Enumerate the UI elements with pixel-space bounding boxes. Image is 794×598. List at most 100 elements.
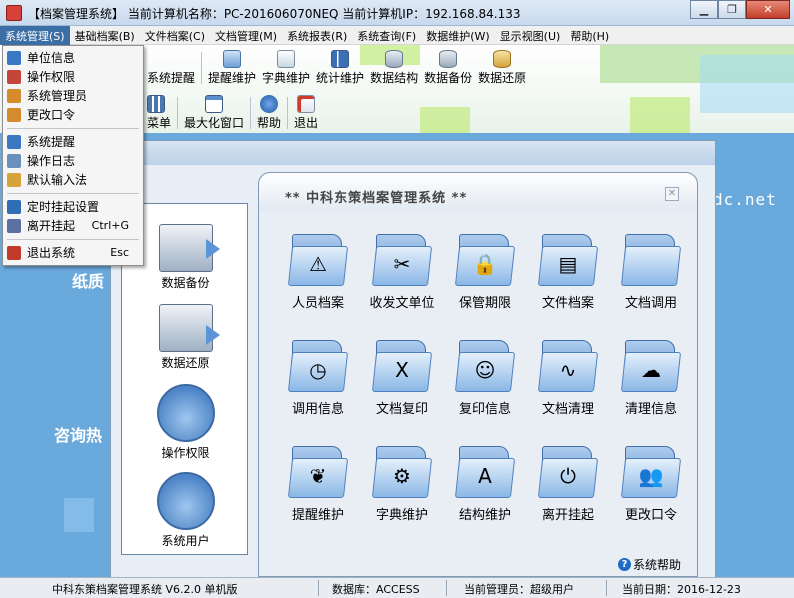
left-item-label: 数据还原 xyxy=(161,356,210,370)
toolbar-label: 字典维护 xyxy=(262,71,311,85)
user-folder-icon xyxy=(156,472,215,530)
function-label: 收发文单位 xyxy=(369,296,435,311)
status-app-version: 中科东策档案管理系统 V6.2.0 单机版 xyxy=(52,583,238,596)
menu-item-label: 离开挂起 xyxy=(27,219,76,233)
close-button[interactable]: ✕ xyxy=(746,0,790,19)
toolbar-data-backup-button[interactable]: 数据备份 xyxy=(421,50,475,86)
menu-item-leave-suspend[interactable]: 离开挂起 Ctrl+G xyxy=(3,216,143,235)
menu-item-change-password[interactable]: 更改口令 xyxy=(3,105,143,124)
audio-icon: ∿ xyxy=(537,338,599,394)
function-bird-button[interactable]: ❦ 提醒维护 xyxy=(278,444,358,523)
toolbar-data-restore-button[interactable]: 数据还原 xyxy=(475,50,529,86)
pen-icon xyxy=(7,69,21,84)
stopwatch-icon: ◷ xyxy=(287,338,349,394)
system-menu-dropdown: 单位信息 操作权限 系统管理员 更改口令 系统提醒 操作日志 默认输入法 定时挂… xyxy=(2,45,144,266)
function-cloud-button[interactable]: ☁ 清理信息 xyxy=(611,338,691,417)
database-icon xyxy=(439,50,458,68)
toolbar-menu-button[interactable]: 菜单 xyxy=(144,95,174,131)
permission-folder-icon xyxy=(156,384,215,442)
toolbar-help-button[interactable]: 帮助 xyxy=(254,95,284,131)
toolbar-label: 最大化窗口 xyxy=(184,116,245,130)
title-bar[interactable]: 【档案管理系统】 当前计算机名称：PC-201606070NEQ 当前计算机IP… xyxy=(0,0,794,26)
function-document-button[interactable]: ▤ 文件档案 xyxy=(528,232,608,311)
toolbar-system-reminder-button[interactable]: 系统提醒 xyxy=(144,50,198,86)
gears-icon: ⚙ xyxy=(371,444,433,500)
function-finder-button[interactable]: ☺ 复印信息 xyxy=(445,338,525,417)
toolbar-dictionary-button[interactable]: 字典维护 xyxy=(259,50,313,86)
toolbar-label: 帮助 xyxy=(257,116,282,130)
left-item-label: 操作权限 xyxy=(161,446,210,460)
folder-glyph: X xyxy=(395,358,409,382)
function-stopwatch-button[interactable]: ◷ 调用信息 xyxy=(278,338,358,417)
function-users-button[interactable]: 👥 更改口令 xyxy=(611,444,691,523)
minimize-button[interactable]: ▁ xyxy=(690,0,718,19)
maximize-button[interactable]: ❐ xyxy=(718,0,746,19)
menu-item-timed-suspend[interactable]: 定时挂起设置 xyxy=(3,197,143,216)
menu-data-maintenance[interactable]: 数据维护(W) xyxy=(421,26,494,45)
menu-item-unit-info[interactable]: 单位信息 xyxy=(3,48,143,67)
menu-help[interactable]: 帮助(H) xyxy=(565,26,614,45)
menu-item-operation-log[interactable]: 操作日志 xyxy=(3,151,143,170)
left-data-restore[interactable]: 数据还原 xyxy=(122,304,249,371)
function-lock-button[interactable]: 🔒 保管期限 xyxy=(445,232,525,311)
function-label: 调用信息 xyxy=(291,402,344,417)
log-icon xyxy=(7,153,21,168)
toolbar-row-1: 系统提醒 提醒维护 字典维护 统计维护 数据结构 数据备份 数据还原 xyxy=(144,50,529,86)
function-power-button[interactable]: ⏻ 离开挂起 xyxy=(528,444,608,523)
function-label: 离开挂起 xyxy=(541,508,594,523)
function-label: 人员档案 xyxy=(291,296,344,311)
left-system-users[interactable]: 系统用户 xyxy=(122,472,249,549)
menu-item-sysadmin[interactable]: 系统管理员 xyxy=(3,86,143,105)
function-triangle-button[interactable]: A 结构维护 xyxy=(445,444,525,523)
folder-glyph: ◷ xyxy=(309,358,327,382)
toolbar-row-2: 菜单 最大化窗口 帮助 退出 xyxy=(144,95,321,131)
menu-item-system-reminder[interactable]: 系统提醒 xyxy=(3,132,143,151)
user-key-icon xyxy=(7,107,21,122)
menu-item-default-ime[interactable]: 默认输入法 xyxy=(3,170,143,189)
function-label: 文档调用 xyxy=(624,296,677,311)
toolbar-exit-button[interactable]: 退出 xyxy=(291,95,321,131)
menu-reports[interactable]: 系统报表(R) xyxy=(282,26,352,45)
mdi-window-caption[interactable] xyxy=(111,141,715,165)
menu-item-label: 操作日志 xyxy=(27,154,76,168)
bird-icon: ❦ xyxy=(287,444,349,500)
function-folder-button[interactable]: 文档调用 xyxy=(611,232,691,311)
main-panel-header: ** 中科东策档案管理系统 ** ✕ xyxy=(259,173,697,211)
toolbar-reminder-maintenance-button[interactable]: 提醒维护 xyxy=(205,50,259,86)
menu-system[interactable]: 系统管理(S) xyxy=(0,26,70,45)
clock-icon xyxy=(7,199,21,214)
function-tools-button[interactable]: ✂ 收发文单位 xyxy=(362,232,442,311)
function-label: 提醒维护 xyxy=(291,508,344,523)
folder-glyph: ▤ xyxy=(558,252,578,276)
background-text-consult: 咨询热 xyxy=(54,426,103,445)
function-audio-button[interactable]: ∿ 文档清理 xyxy=(528,338,608,417)
toolbar-label: 数据备份 xyxy=(424,71,473,85)
menu-item-exit-system[interactable]: 退出系统 Esc xyxy=(3,243,143,262)
menu-separator xyxy=(7,128,139,129)
menu-query[interactable]: 系统查询(F) xyxy=(352,26,421,45)
toolbar-statistics-button[interactable]: 统计维护 xyxy=(313,50,367,86)
function-label: 结构维护 xyxy=(458,508,511,523)
help-icon: ? xyxy=(618,558,631,571)
function-person-sign-button[interactable]: ⚠ 人员档案 xyxy=(278,232,358,311)
menu-view[interactable]: 显示视图(U) xyxy=(495,26,566,45)
main-panel-close-button[interactable]: ✕ xyxy=(665,187,679,201)
function-gears-button[interactable]: ⚙ 字典维护 xyxy=(362,444,442,523)
status-date: 当前日期：2016-12-23 xyxy=(622,583,741,596)
toolbar-data-structure-button[interactable]: 数据结构 xyxy=(367,50,421,86)
menu-file-archive[interactable]: 文件档案(C) xyxy=(140,26,210,45)
document-icon xyxy=(7,134,21,149)
system-help-link[interactable]: ? 系统帮助 xyxy=(618,556,681,573)
left-permissions[interactable]: 操作权限 xyxy=(122,384,249,461)
window-icon xyxy=(205,95,224,113)
menu-item-permissions[interactable]: 操作权限 xyxy=(3,67,143,86)
help-label: 系统帮助 xyxy=(633,558,682,572)
lock-icon: 🔒 xyxy=(454,232,516,288)
menu-basic-archive[interactable]: 基础档案(B) xyxy=(70,26,140,45)
toolbar-maximize-window-button[interactable]: 最大化窗口 xyxy=(181,95,247,131)
menu-document[interactable]: 文档管理(M) xyxy=(210,26,282,45)
exit-icon xyxy=(297,95,316,113)
folder-glyph: ☺ xyxy=(474,358,496,382)
function-copy-x-button[interactable]: X 文档复印 xyxy=(362,338,442,417)
folder-glyph: A xyxy=(478,464,492,488)
